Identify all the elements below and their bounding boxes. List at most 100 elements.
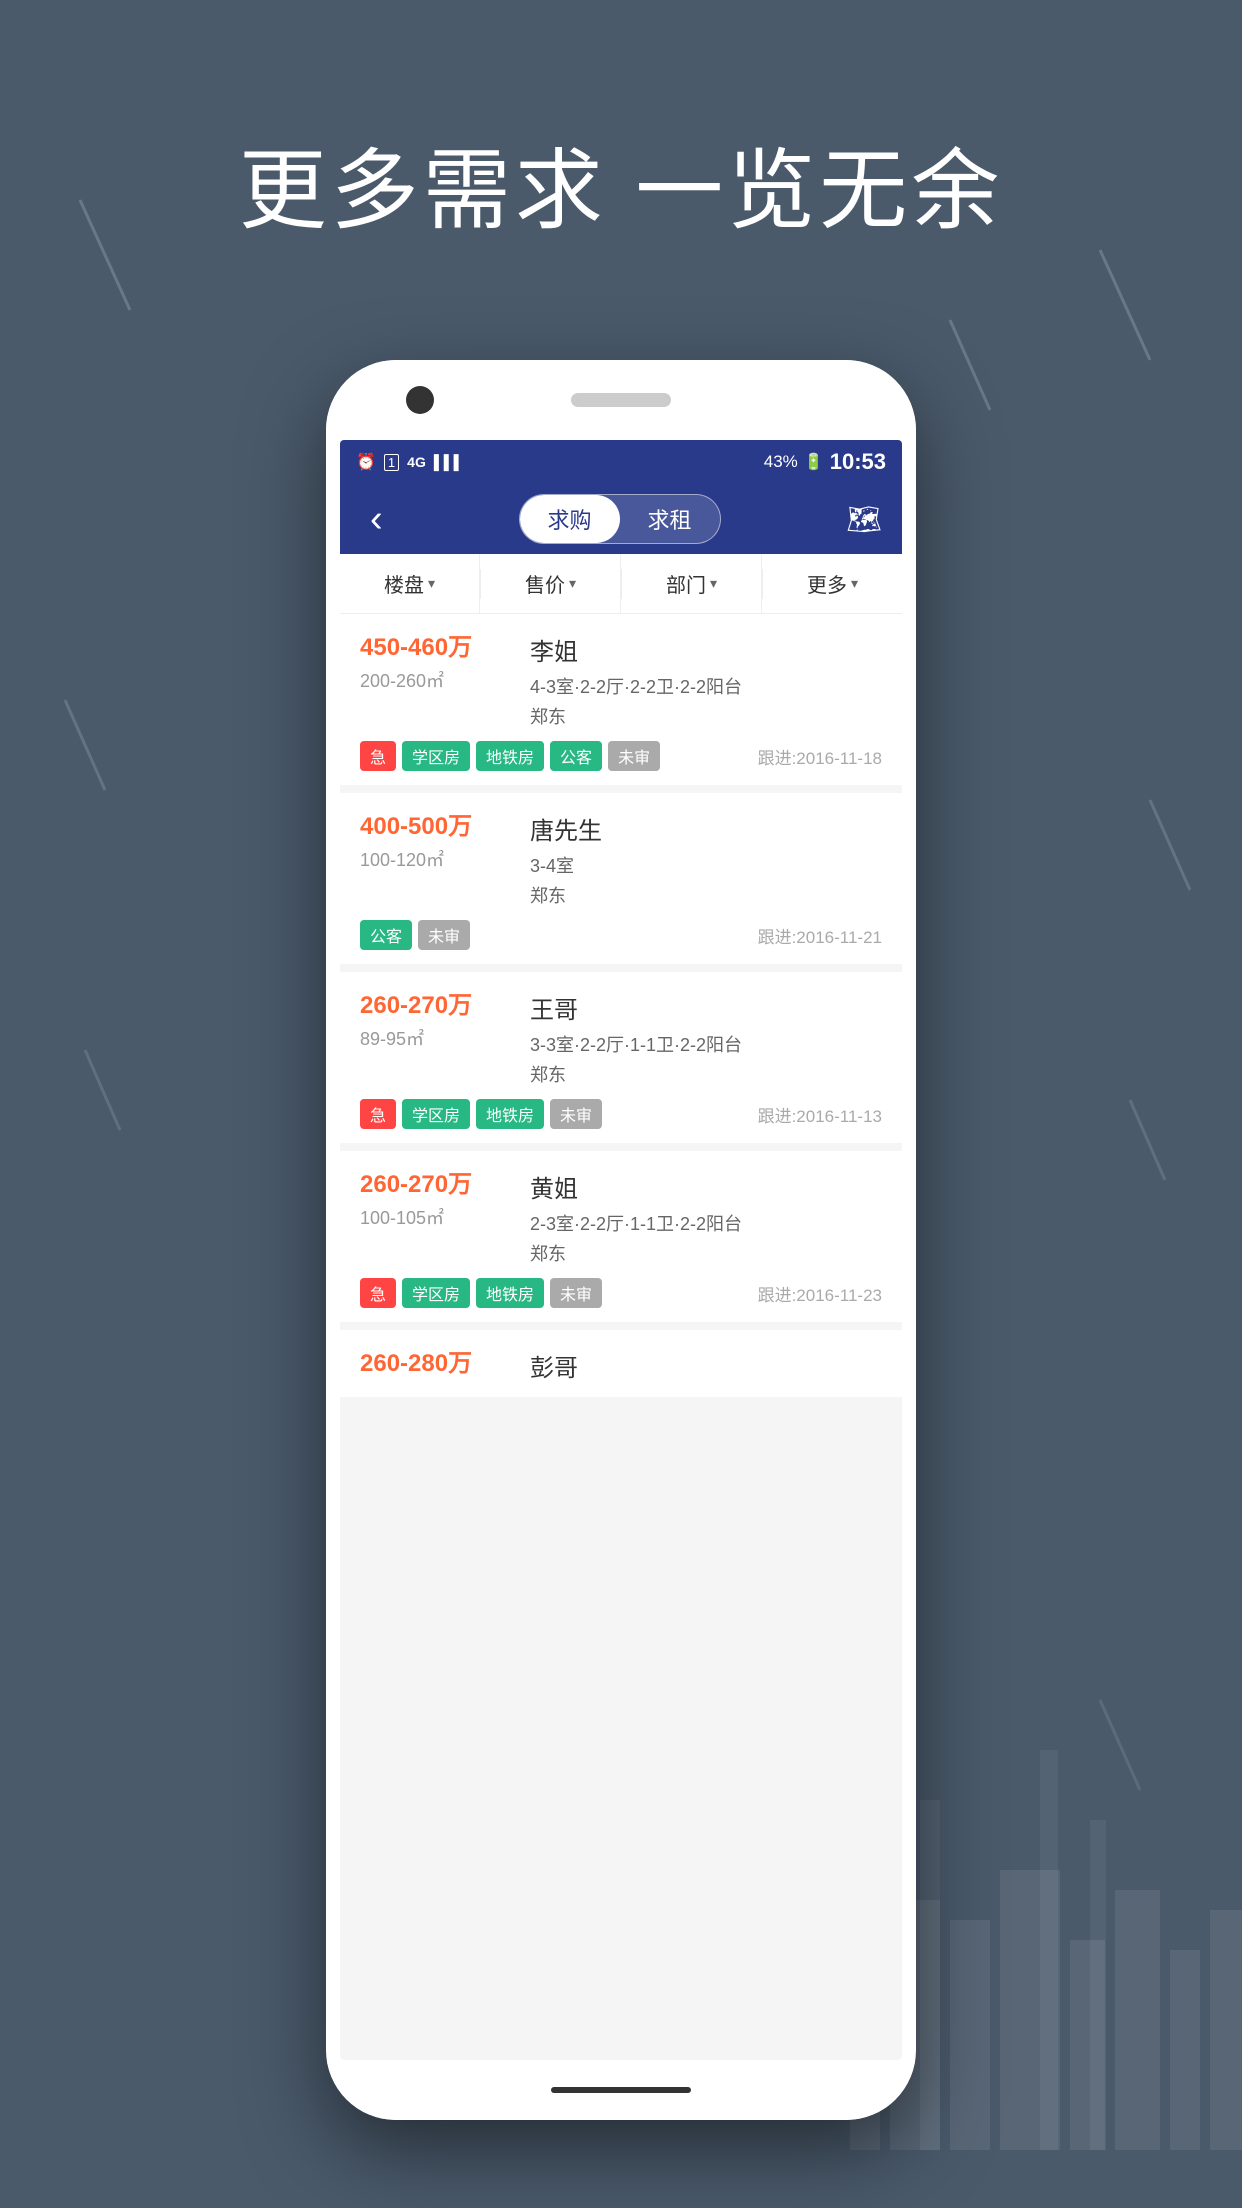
listing-price-0: 450-460万 — [360, 632, 472, 663]
tab-group-container: 求购 求租 — [519, 494, 721, 544]
filter-more-arrow: ▾ — [851, 575, 858, 592]
filter-more[interactable]: 更多 ▾ — [763, 554, 902, 613]
listing-tags-3: 急 学区房 地铁房 未审 — [360, 1278, 602, 1308]
listing-date-1: 跟进:2016-11-21 — [758, 923, 882, 948]
listing-info-1: 唐先生 3-4室 郑东 — [530, 811, 882, 908]
tag-public-1: 公客 — [360, 920, 412, 950]
listing-info-0: 李姐 4-3室·2-2厅·2-2卫·2-2阳台 郑东 — [530, 632, 882, 729]
alarm-icon: ⏰ — [356, 452, 376, 472]
listing-date-3: 跟进:2016-11-23 — [758, 1281, 882, 1306]
tag-pending-3: 未审 — [550, 1278, 602, 1308]
filter-building-arrow: ▾ — [428, 575, 435, 592]
signal-icon: ▌▌▌ — [434, 454, 464, 470]
phone-bottom-bezel — [326, 2060, 916, 2120]
tag-pending-1: 未审 — [418, 920, 470, 950]
battery-icon: 🔋 — [804, 452, 824, 472]
tag-urgent-0: 急 — [360, 741, 396, 771]
listing-name-4: 彭哥 — [530, 1348, 882, 1383]
listing-location-2: 郑东 — [530, 1061, 882, 1087]
tab-rent[interactable]: 求租 — [620, 495, 720, 543]
listing-detail-0: 4-3室·2-2厅·2-2卫·2-2阳台 — [530, 673, 882, 699]
listing-location-1: 郑东 — [530, 882, 882, 908]
sim-icon: 1 — [384, 454, 399, 471]
listing-tags-0: 急 学区房 地铁房 公客 未审 — [360, 741, 660, 771]
listing-date-2: 跟进:2016-11-13 — [758, 1102, 882, 1127]
tag-metro-0: 地铁房 — [476, 741, 544, 771]
filter-building-label: 楼盘 — [384, 569, 424, 598]
listing-card-0[interactable]: 450-460万 200-260㎡ 李姐 4-3室·2-2厅·2-2卫·2-2阳… — [340, 614, 902, 785]
listing-price-2: 260-270万 — [360, 990, 472, 1021]
tag-metro-3: 地铁房 — [476, 1278, 544, 1308]
listing-date-0: 跟进:2016-11-18 — [758, 744, 882, 769]
hero-title: 更多需求 一览无余 — [0, 120, 1242, 247]
listing-detail-1: 3-4室 — [530, 852, 882, 878]
tag-school-3: 学区房 — [402, 1278, 470, 1308]
listing-footer-0: 急 学区房 地铁房 公客 未审 跟进:2016-11-18 — [360, 741, 882, 771]
listing-area-1: 100-120㎡ — [360, 846, 444, 872]
listing-card-3[interactable]: 260-270万 100-105㎡ 黄姐 2-3室·2-2厅·1-1卫·2-2阳… — [340, 1151, 902, 1322]
tag-school-0: 学区房 — [402, 741, 470, 771]
back-button[interactable]: ‹ — [360, 488, 393, 551]
listing-area-2: 89-95㎡ — [360, 1025, 424, 1051]
listing-card-2[interactable]: 260-270万 89-95㎡ 王哥 3-3室·2-2厅·1-1卫·2-2阳台 … — [340, 972, 902, 1143]
filter-price[interactable]: 售价 ▾ — [481, 554, 621, 613]
listing-location-0: 郑东 — [530, 703, 882, 729]
filter-price-label: 售价 — [525, 569, 565, 598]
listing-name-1: 唐先生 — [530, 811, 882, 846]
listing-card-1[interactable]: 400-500万 100-120㎡ 唐先生 3-4室 郑东 公客 未审 — [340, 793, 902, 964]
listing-list: 450-460万 200-260㎡ 李姐 4-3室·2-2厅·2-2卫·2-2阳… — [340, 614, 902, 1405]
listing-tags-1: 公客 未审 — [360, 920, 470, 950]
tag-pending-0: 未审 — [608, 741, 660, 771]
tag-urgent-2: 急 — [360, 1099, 396, 1129]
listing-card-4[interactable]: 260-280万 彭哥 — [340, 1330, 902, 1397]
listing-main-0: 450-460万 200-260㎡ 李姐 4-3室·2-2厅·2-2卫·2-2阳… — [360, 632, 882, 729]
listing-main-2: 260-270万 89-95㎡ 王哥 3-3室·2-2厅·1-1卫·2-2阳台 … — [360, 990, 882, 1087]
phone-camera — [406, 386, 434, 414]
listing-area-0: 200-260㎡ — [360, 667, 444, 693]
home-indicator — [551, 2087, 691, 2093]
listing-name-3: 黄姐 — [530, 1169, 882, 1204]
listing-footer-3: 急 学区房 地铁房 未审 跟进:2016-11-23 — [360, 1278, 882, 1308]
filter-dept[interactable]: 部门 ▾ — [622, 554, 762, 613]
listing-footer-1: 公客 未审 跟进:2016-11-21 — [360, 920, 882, 950]
listing-location-3: 郑东 — [530, 1240, 882, 1266]
listing-price-area-2: 260-270万 89-95㎡ — [360, 990, 510, 1087]
phone-frame: ⏰ 1 4G ▌▌▌ 43% 🔋 10:53 ‹ 求购 求租 — [326, 360, 916, 2120]
tab-buy[interactable]: 求购 — [520, 495, 620, 543]
tag-school-2: 学区房 — [402, 1099, 470, 1129]
listing-main-4: 260-280万 彭哥 — [360, 1348, 882, 1389]
listing-info-4: 彭哥 — [530, 1348, 882, 1389]
listing-price-4: 260-280万 — [360, 1348, 472, 1379]
listing-price-area-3: 260-270万 100-105㎡ — [360, 1169, 510, 1266]
listing-footer-2: 急 学区房 地铁房 未审 跟进:2016-11-13 — [360, 1099, 882, 1129]
map-icon[interactable]: 🗺 — [846, 503, 882, 536]
tag-public-0: 公客 — [550, 741, 602, 771]
listing-name-2: 王哥 — [530, 990, 882, 1025]
status-right: 43% 🔋 10:53 — [764, 449, 886, 475]
time-display: 10:53 — [830, 449, 886, 475]
filter-price-arrow: ▾ — [569, 575, 576, 592]
listing-detail-3: 2-3室·2-2厅·1-1卫·2-2阳台 — [530, 1210, 882, 1236]
tag-urgent-3: 急 — [360, 1278, 396, 1308]
status-bar: ⏰ 1 4G ▌▌▌ 43% 🔋 10:53 — [340, 440, 902, 484]
tag-metro-2: 地铁房 — [476, 1099, 544, 1129]
phone-speaker — [571, 393, 671, 407]
tag-pending-2: 未审 — [550, 1099, 602, 1129]
status-left: ⏰ 1 4G ▌▌▌ — [356, 452, 464, 472]
listing-name-0: 李姐 — [530, 632, 882, 667]
network-icon: 4G — [407, 454, 426, 470]
tab-group: 求购 求租 — [393, 494, 847, 544]
listing-info-3: 黄姐 2-3室·2-2厅·1-1卫·2-2阳台 郑东 — [530, 1169, 882, 1266]
filter-building[interactable]: 楼盘 ▾ — [340, 554, 480, 613]
listing-main-1: 400-500万 100-120㎡ 唐先生 3-4室 郑东 — [360, 811, 882, 908]
listing-price-1: 400-500万 — [360, 811, 472, 842]
phone-top-bezel — [326, 360, 916, 440]
listing-info-2: 王哥 3-3室·2-2厅·1-1卫·2-2阳台 郑东 — [530, 990, 882, 1087]
listing-price-area-0: 450-460万 200-260㎡ — [360, 632, 510, 729]
listing-price-area-1: 400-500万 100-120㎡ — [360, 811, 510, 908]
filter-dept-label: 部门 — [666, 569, 706, 598]
listing-main-3: 260-270万 100-105㎡ 黄姐 2-3室·2-2厅·1-1卫·2-2阳… — [360, 1169, 882, 1266]
listing-tags-2: 急 学区房 地铁房 未审 — [360, 1099, 602, 1129]
listing-price-area-4: 260-280万 — [360, 1348, 510, 1389]
battery-text: 43% — [764, 452, 798, 472]
